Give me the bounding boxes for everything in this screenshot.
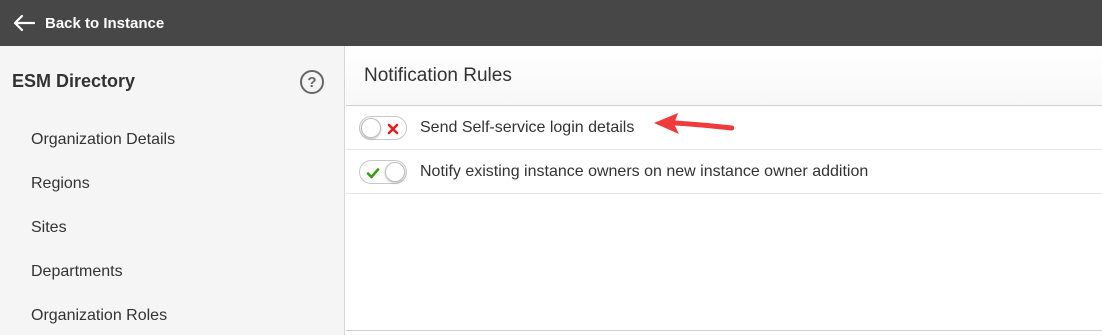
check-icon	[366, 166, 380, 180]
rule-label: Notify existing instance owners on new i…	[420, 162, 869, 180]
notification-rule-row: Send Self-service login details	[346, 106, 1102, 150]
sidebar-item-departments[interactable]: Departments	[0, 250, 344, 294]
help-icon[interactable]: ?	[300, 70, 324, 94]
back-to-instance-label: Back to Instance	[45, 14, 165, 32]
notification-rule-row: Notify existing instance owners on new i…	[346, 150, 1102, 194]
sidebar-item-sites[interactable]: Sites	[0, 206, 344, 250]
toggle-knob	[361, 117, 381, 138]
close-icon	[386, 122, 400, 136]
sidebar-header: ESM Directory ?	[0, 46, 344, 118]
red-arrow-annotation-icon	[654, 113, 734, 134]
sidebar-item-organization-details[interactable]: Organization Details	[0, 118, 344, 162]
back-to-instance-link[interactable]: Back to Instance	[0, 0, 164, 46]
arrow-left-icon	[12, 13, 36, 33]
sidebar-title: ESM Directory	[12, 71, 136, 91]
sidebar-nav: Organization Details Regions Sites Depar…	[0, 118, 344, 335]
rule-label: Send Self-service login details	[420, 118, 635, 136]
main-panel: Notification Rules Send Self-service log…	[346, 46, 1102, 335]
sidebar-item-organization-roles[interactable]: Organization Roles	[0, 294, 344, 335]
notify-instance-owners-toggle[interactable]	[359, 159, 407, 184]
sidebar: ESM Directory ? Organization Details Reg…	[0, 46, 345, 335]
page-title: Notification Rules	[364, 64, 512, 86]
toggle-knob	[385, 161, 405, 182]
divider	[346, 330, 1102, 331]
self-service-login-toggle[interactable]	[359, 115, 407, 140]
main-header: Notification Rules	[346, 46, 1102, 106]
top-bar: Back to Instance	[0, 0, 1102, 46]
sidebar-item-regions[interactable]: Regions	[0, 162, 344, 206]
